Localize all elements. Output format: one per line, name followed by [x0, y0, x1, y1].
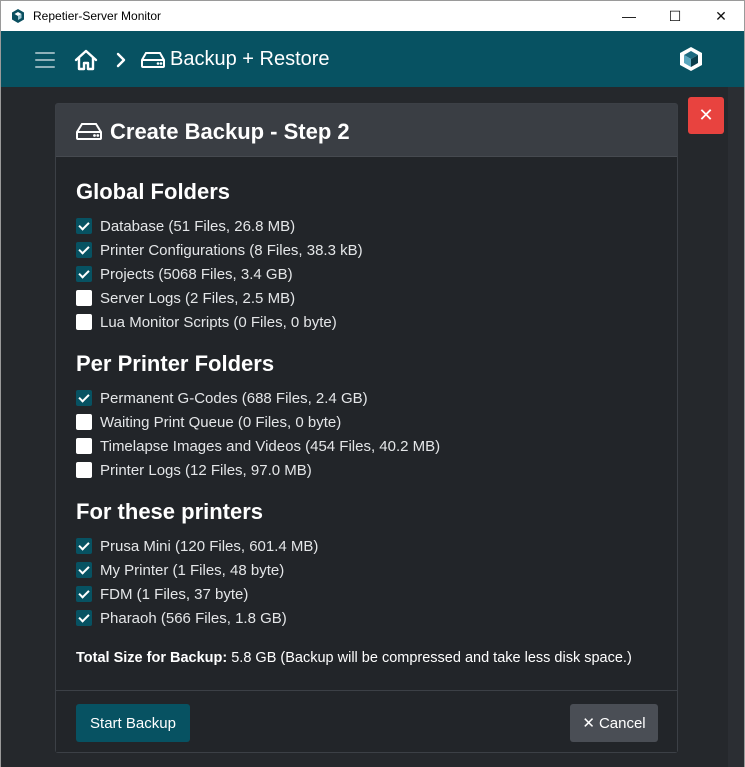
option-label: Server Logs (2 Files, 2.5 MB) — [100, 289, 296, 307]
checkbox[interactable] — [76, 218, 92, 234]
checkbox[interactable] — [76, 390, 92, 406]
checkbox[interactable] — [76, 462, 92, 478]
home-icon[interactable] — [74, 49, 98, 71]
option-waiting-print-queue[interactable]: Waiting Print Queue (0 Files, 0 byte) — [76, 412, 341, 432]
checkbox[interactable] — [76, 314, 92, 330]
close-dialog-button[interactable]: ✕ — [688, 97, 724, 134]
maximize-button[interactable]: ☐ — [652, 1, 698, 31]
option-database[interactable]: Database (51 Files, 26.8 MB) — [76, 216, 295, 236]
breadcrumb-current: Backup + Restore — [170, 48, 330, 70]
checkbox[interactable] — [76, 438, 92, 454]
section-title-for-these-printers: For these printers — [76, 499, 264, 524]
option-permanent-gcodes[interactable]: Permanent G-Codes (688 Files, 2.4 GB) — [76, 388, 368, 408]
window-titlebar: Repetier-Server Monitor — ☐ ✕ — [0, 0, 745, 31]
scrollbar[interactable] — [728, 87, 744, 767]
checkbox[interactable] — [76, 266, 92, 282]
option-label: Printer Logs (12 Files, 97.0 MB) — [100, 461, 312, 479]
window-title: Repetier-Server Monitor — [33, 9, 162, 23]
checkbox[interactable] — [76, 290, 92, 306]
checkbox[interactable] — [76, 610, 92, 626]
checkbox[interactable] — [76, 538, 92, 554]
option-label: Projects (5068 Files, 3.4 GB) — [100, 265, 293, 283]
option-printer-logs[interactable]: Printer Logs (12 Files, 97.0 MB) — [76, 460, 312, 480]
option-label: Waiting Print Queue (0 Files, 0 byte) — [100, 413, 342, 431]
total-size-value: 5.8 GB (Backup will be compressed and ta… — [231, 650, 632, 666]
option-label: Database (51 Files, 26.8 MB) — [100, 217, 296, 235]
close-icon: ✕ — [582, 715, 595, 732]
option-label: Permanent G-Codes (688 Files, 2.4 GB) — [100, 389, 368, 407]
dialog-title: Create Backup - Step 2 — [110, 119, 350, 144]
option-printer-pharaoh[interactable]: Pharaoh (566 Files, 1.8 GB) — [76, 608, 287, 628]
repetier-app-icon — [12, 9, 24, 23]
dialog-footer: Start Backup ✕ Cancel — [56, 690, 677, 752]
option-label: Lua Monitor Scripts (0 Files, 0 byte) — [100, 313, 337, 331]
option-label: Printer Configurations (8 Files, 38.3 kB… — [100, 241, 363, 259]
total-size-summary: Total Size for Backup: 5.8 GB (Backup wi… — [76, 650, 632, 666]
window-controls: — ☐ ✕ — [606, 1, 744, 31]
option-printer-prusa-mini[interactable]: Prusa Mini (120 Files, 601.4 MB) — [76, 536, 318, 556]
option-printer-configurations[interactable]: Printer Configurations (8 Files, 38.3 kB… — [76, 240, 363, 260]
option-server-logs[interactable]: Server Logs (2 Files, 2.5 MB) — [76, 288, 295, 308]
cancel-label: Cancel — [598, 714, 646, 732]
window-close-button[interactable]: ✕ — [698, 1, 744, 31]
dialog-header: Create Backup - Step 2 — [56, 104, 677, 157]
option-label: Timelapse Images and Videos (454 Files, … — [100, 437, 441, 455]
checkbox[interactable] — [76, 242, 92, 258]
option-timelapse[interactable]: Timelapse Images and Videos (454 Files, … — [76, 436, 440, 456]
repetier-logo-icon[interactable] — [678, 46, 704, 72]
option-label: Prusa Mini (120 Files, 601.4 MB) — [100, 537, 319, 555]
cancel-button[interactable]: ✕ Cancel — [570, 704, 658, 742]
section-title-global-folders: Global Folders — [76, 179, 231, 204]
minimize-button[interactable]: — — [606, 1, 652, 31]
hamburger-menu-icon[interactable] — [35, 52, 55, 68]
option-printer-fdm[interactable]: FDM (1 Files, 37 byte) — [76, 584, 248, 604]
option-label: FDM (1 Files, 37 byte) — [100, 585, 249, 603]
checkbox[interactable] — [76, 414, 92, 430]
option-projects[interactable]: Projects (5068 Files, 3.4 GB) — [76, 264, 293, 284]
checkbox[interactable] — [76, 586, 92, 602]
total-size-label: Total Size for Backup: — [76, 650, 228, 666]
app-navbar: Backup + Restore — [0, 31, 745, 87]
option-lua-monitor-scripts[interactable]: Lua Monitor Scripts (0 Files, 0 byte) — [76, 312, 337, 332]
chevron-right-icon — [116, 52, 126, 68]
hard-drive-icon — [141, 52, 165, 68]
start-backup-button[interactable]: Start Backup — [76, 704, 190, 742]
create-backup-dialog: Create Backup - Step 2 Global Folders Da… — [55, 103, 678, 753]
hard-drive-icon — [76, 123, 102, 140]
option-printer-my-printer[interactable]: My Printer (1 Files, 48 byte) — [76, 560, 284, 580]
checkbox[interactable] — [76, 562, 92, 578]
option-label: My Printer (1 Files, 48 byte) — [100, 561, 285, 579]
section-title-per-printer-folders: Per Printer Folders — [76, 351, 275, 376]
option-label: Pharaoh (566 Files, 1.8 GB) — [100, 609, 287, 627]
